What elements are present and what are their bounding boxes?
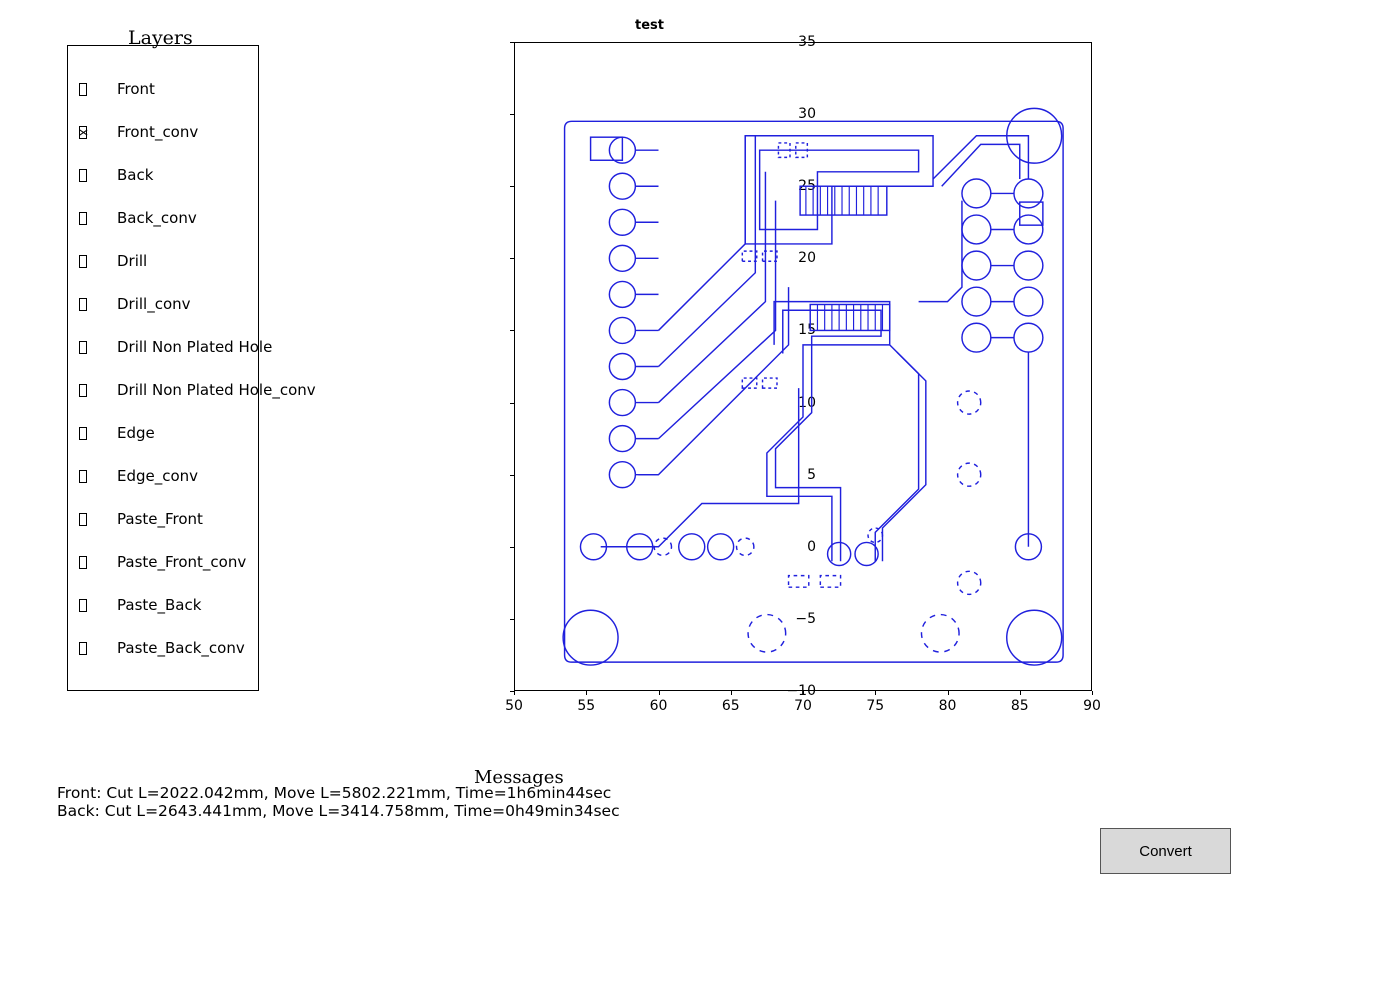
x-tick-label: 75 [866,698,884,714]
layer-row-drill-non-plated-hole: Drill Non Plated Hole [73,338,423,356]
x-tick-label: 55 [577,698,595,714]
layer-row-front-conv: Front_conv [73,123,423,141]
layer-checkbox[interactable] [79,341,87,354]
layer-label: Drill Non Plated Hole [117,338,272,356]
layer-checkbox[interactable] [79,298,87,311]
layer-label: Drill [117,252,147,270]
pcb-plot [514,42,1092,691]
layer-checkbox[interactable] [79,169,87,182]
layer-row-drill: Drill [73,252,423,270]
x-tick-label: 85 [1011,698,1029,714]
x-tick-label: 50 [505,698,523,714]
layer-label: Drill Non Plated Hole_conv [117,381,316,399]
plot-title: test [635,18,664,33]
x-tick-mark [803,691,804,695]
layer-label: Edge_conv [117,467,198,485]
layer-row-edge-conv: Edge_conv [73,467,423,485]
layer-label: Paste_Front [117,510,203,528]
layer-label: Back [117,166,153,184]
layer-label: Edge [117,424,155,442]
layer-label: Front [117,80,155,98]
x-tick-mark [514,691,515,695]
layer-label: Paste_Back [117,596,201,614]
layer-checkbox[interactable] [79,255,87,268]
layer-row-paste-front: Paste_Front [73,510,423,528]
layer-checkbox[interactable] [79,642,87,655]
x-tick-mark [731,691,732,695]
layer-checkbox[interactable] [79,384,87,397]
layer-checkbox[interactable] [79,83,87,96]
x-tick-mark [586,691,587,695]
layer-label: Front_conv [117,123,198,141]
layer-checkbox[interactable] [79,126,87,139]
layer-row-paste-back: Paste_Back [73,596,423,614]
layer-checkbox[interactable] [79,556,87,569]
layer-checkbox[interactable] [79,599,87,612]
layer-row-back-conv: Back_conv [73,209,423,227]
layer-checkbox[interactable] [79,427,87,440]
x-tick-label: 70 [794,698,812,714]
layer-row-front: Front [73,80,423,98]
x-tick-label: 90 [1083,698,1101,714]
messages-body: Front: Cut L=2022.042mm, Move L=5802.221… [57,785,620,821]
x-tick-mark [1092,691,1093,695]
x-tick-mark [948,691,949,695]
layer-row-drill-conv: Drill_conv [73,295,423,313]
layer-label: Paste_Back_conv [117,639,245,657]
x-tick-label: 65 [722,698,740,714]
layer-label: Drill_conv [117,295,191,313]
layer-row-drill-non-plated-hole-conv: Drill Non Plated Hole_conv [73,381,423,399]
x-tick-label: 60 [650,698,668,714]
layer-label: Back_conv [117,209,197,227]
layer-row-edge: Edge [73,424,423,442]
layer-checkbox[interactable] [79,513,87,526]
layer-row-paste-front-conv: Paste_Front_conv [73,553,423,571]
layer-label: Paste_Front_conv [117,553,246,571]
layer-row-back: Back [73,166,423,184]
layers-panel [67,45,259,691]
convert-button[interactable]: Convert [1100,828,1231,874]
x-tick-mark [1020,691,1021,695]
x-tick-mark [659,691,660,695]
layer-checkbox[interactable] [79,212,87,225]
x-tick-label: 80 [939,698,957,714]
layer-checkbox[interactable] [79,470,87,483]
layer-row-paste-back-conv: Paste_Back_conv [73,639,423,657]
x-tick-mark [875,691,876,695]
